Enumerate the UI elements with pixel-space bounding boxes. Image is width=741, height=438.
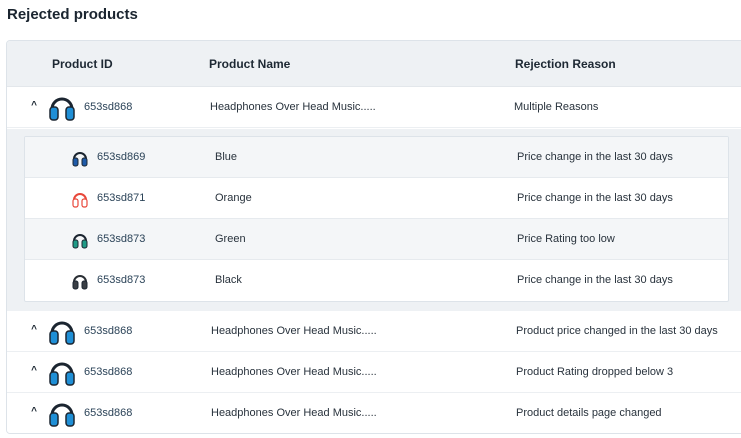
column-header-product-id[interactable]: Product ID: [52, 57, 113, 71]
product-id[interactable]: 653sd868: [84, 101, 132, 113]
product-name: Headphones Over Head Music.....: [211, 325, 377, 337]
variant-row[interactable]: 653sd873 Black Price change in the last …: [25, 260, 728, 301]
headphones-green-icon: [72, 234, 88, 249]
headphones-orange-icon: [72, 193, 88, 208]
chevron-up-icon[interactable]: ^: [28, 99, 40, 113]
variant-id[interactable]: 653sd873: [97, 233, 145, 245]
chevron-up-icon[interactable]: ^: [28, 323, 40, 337]
variant-row[interactable]: 653sd873 Green Price Rating too low: [25, 219, 728, 260]
table-row[interactable]: ^ 653sd868 Headphones Over Head Music...…: [7, 311, 741, 352]
variant-name: Black: [215, 274, 242, 286]
product-id[interactable]: 653sd868: [84, 325, 132, 337]
table-header: Product ID Product Name Rejection Reason: [7, 41, 741, 87]
variant-row[interactable]: 653sd869 Blue Price change in the last 3…: [25, 137, 728, 178]
column-header-product-name[interactable]: Product Name: [209, 57, 290, 71]
variant-row[interactable]: 653sd871 Orange Price change in the last…: [25, 178, 728, 219]
table-row[interactable]: ^ 653sd868 Headphones Over Head Music...…: [7, 352, 741, 393]
headphones-blue-icon: [72, 152, 88, 167]
variants-table: 653sd869 Blue Price change in the last 3…: [24, 136, 729, 302]
rejection-reason: Multiple Reasons: [514, 101, 599, 113]
variant-name: Green: [215, 233, 246, 245]
variant-name: Blue: [215, 151, 238, 163]
rejected-products-table: Product ID Product Name Rejection Reason…: [6, 40, 741, 434]
variant-name: Orange: [215, 192, 252, 204]
page-title: Rejected products: [7, 6, 138, 23]
headphones-blue-icon: [49, 362, 75, 386]
variant-reason: Price change in the last 30 days: [517, 151, 673, 163]
product-name: Headphones Over Head Music.....: [210, 101, 376, 113]
table-row[interactable]: ^ 653sd868 Headphones Over Head Music...…: [7, 87, 741, 128]
product-name: Headphones Over Head Music.....: [211, 366, 377, 378]
expanded-variants-panel: 653sd869 Blue Price change in the last 3…: [7, 129, 741, 311]
variant-id[interactable]: 653sd871: [97, 192, 145, 204]
headphones-blue-icon: [49, 321, 75, 345]
headphones-blue-icon: [49, 403, 75, 427]
headphones-blue-icon: [49, 97, 75, 121]
variant-reason: Price change in the last 30 days: [517, 274, 673, 286]
column-header-rejection-reason[interactable]: Rejection Reason: [515, 57, 616, 71]
table-row[interactable]: ^ 653sd868 Headphones Over Head Music...…: [7, 393, 741, 433]
rejection-reason: Product price changed in the last 30 day…: [516, 325, 718, 337]
chevron-up-icon[interactable]: ^: [28, 364, 40, 378]
product-name: Headphones Over Head Music.....: [211, 407, 377, 419]
rejection-reason: Product Rating dropped below 3: [516, 366, 674, 378]
product-id[interactable]: 653sd868: [84, 366, 132, 378]
chevron-up-icon[interactable]: ^: [28, 405, 40, 419]
variant-reason: Price change in the last 30 days: [517, 192, 673, 204]
variant-id[interactable]: 653sd873: [97, 274, 145, 286]
variant-reason: Price Rating too low: [517, 233, 615, 245]
product-id[interactable]: 653sd868: [84, 407, 132, 419]
variant-id[interactable]: 653sd869: [97, 151, 145, 163]
rejection-reason: Product details page changed: [516, 407, 662, 419]
headphones-black-icon: [72, 275, 88, 290]
